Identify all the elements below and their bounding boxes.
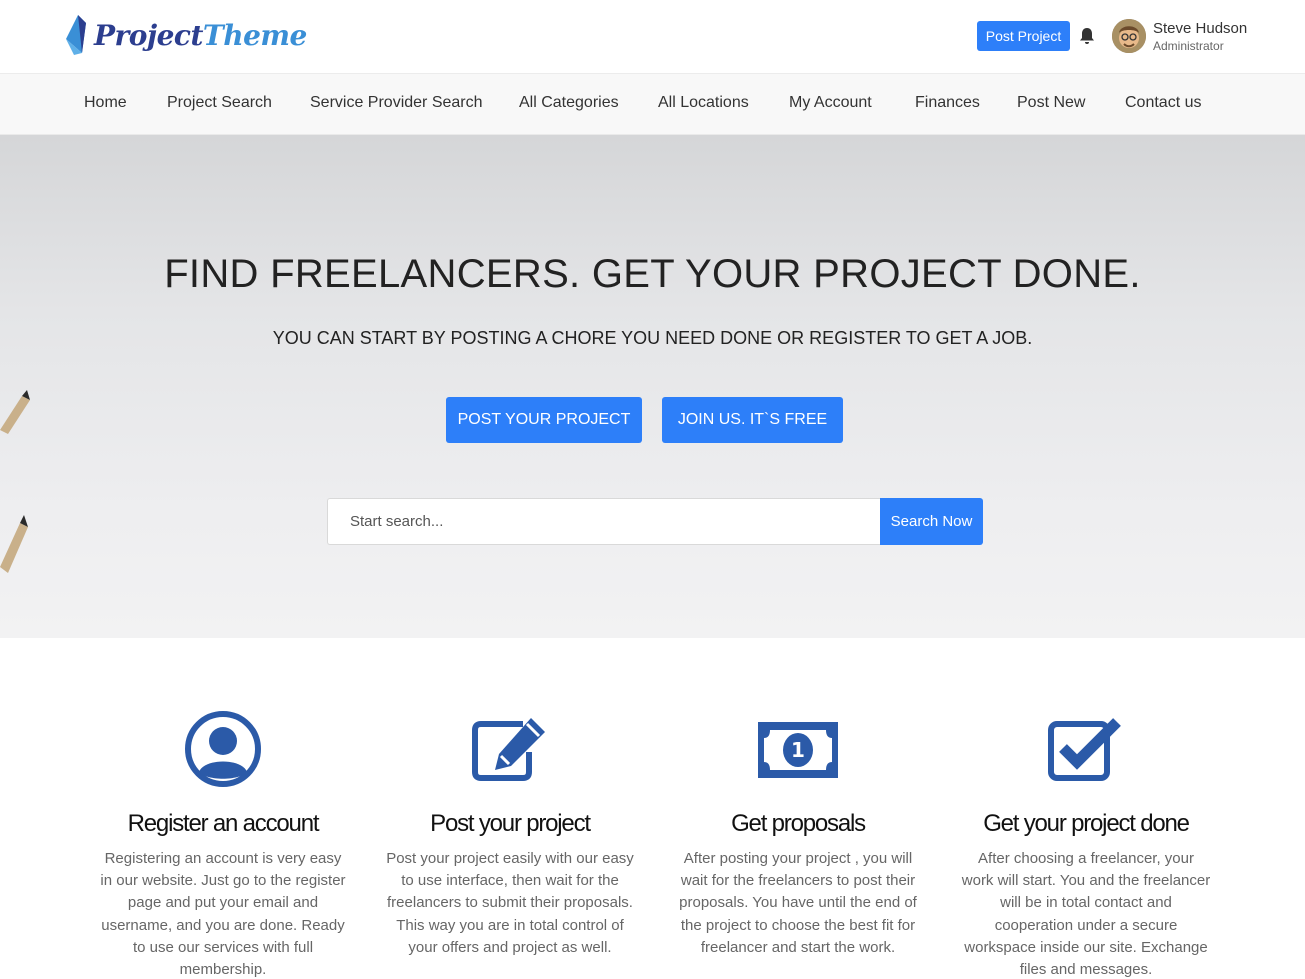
logo-text: ProjectTheme (94, 19, 307, 52)
logo-text-part1: Project (94, 18, 203, 52)
check-square-icon (1048, 718, 1121, 781)
hero-subtitle: YOU CAN START BY POSTING A CHORE YOU NEE… (272, 328, 1033, 348)
hero-title: FIND FREELANCERS. GET YOUR PROJECT DONE. (164, 252, 1141, 296)
pencil-decoration (0, 390, 30, 434)
user-name[interactable]: Steve Hudson (1153, 20, 1247, 37)
pencil-decoration-2 (0, 515, 28, 573)
nav-item-home[interactable]: Home (84, 94, 127, 112)
nav-item-finances[interactable]: Finances (915, 94, 980, 112)
user-circle-icon (185, 711, 261, 787)
avatar[interactable] (1112, 19, 1146, 53)
step-description: After choosing a freelancer, your work w… (961, 850, 1211, 979)
nav-item-project-search[interactable]: Project Search (167, 94, 272, 112)
nav-item-service-provider-search[interactable]: Service Provider Search (310, 94, 483, 112)
hero-banner: FIND FREELANCERS. GET YOUR PROJECT DONE.… (0, 135, 1305, 638)
post-project-button[interactable]: Post Project (977, 21, 1070, 51)
step-title: Post your project (430, 810, 591, 837)
svg-text:1: 1 (791, 738, 805, 762)
user-role: Administrator (1153, 39, 1224, 53)
logo-mark-icon (66, 15, 86, 55)
search-input[interactable] (327, 498, 881, 545)
search-now-button[interactable]: Search Now (880, 498, 983, 545)
logo-text-part2: Theme (202, 18, 307, 52)
join-us-button[interactable]: JOIN US. IT`S FREE (662, 397, 843, 443)
nav-item-my-account[interactable]: My Account (789, 94, 872, 112)
avatar-image (1112, 19, 1146, 53)
main-nav: Home Project Search Service Provider Sea… (0, 74, 1305, 135)
site-logo[interactable]: ProjectTheme (64, 12, 307, 58)
bell-icon[interactable] (1079, 27, 1095, 45)
post-your-project-button[interactable]: POST YOUR PROJECT (446, 397, 642, 443)
nav-item-all-locations[interactable]: All Locations (658, 94, 749, 112)
step-description: After posting your project , you will wa… (679, 850, 917, 956)
step-description: Registering an account is very easy in o… (100, 850, 346, 979)
money-bill-icon: 1 (758, 722, 838, 778)
site-header: ProjectTheme Post Project Steve Hudson A… (0, 0, 1305, 74)
nav-item-post-new[interactable]: Post New (1017, 94, 1085, 112)
step-title: Register an account (127, 810, 320, 837)
edit-icon (472, 718, 545, 781)
step-title: Get proposals (731, 810, 866, 837)
step-title: Get your project done (983, 810, 1190, 837)
nav-item-contact-us[interactable]: Contact us (1125, 94, 1201, 112)
step-description: Post your project easily with our easy t… (386, 850, 634, 956)
nav-item-all-categories[interactable]: All Categories (519, 94, 619, 112)
